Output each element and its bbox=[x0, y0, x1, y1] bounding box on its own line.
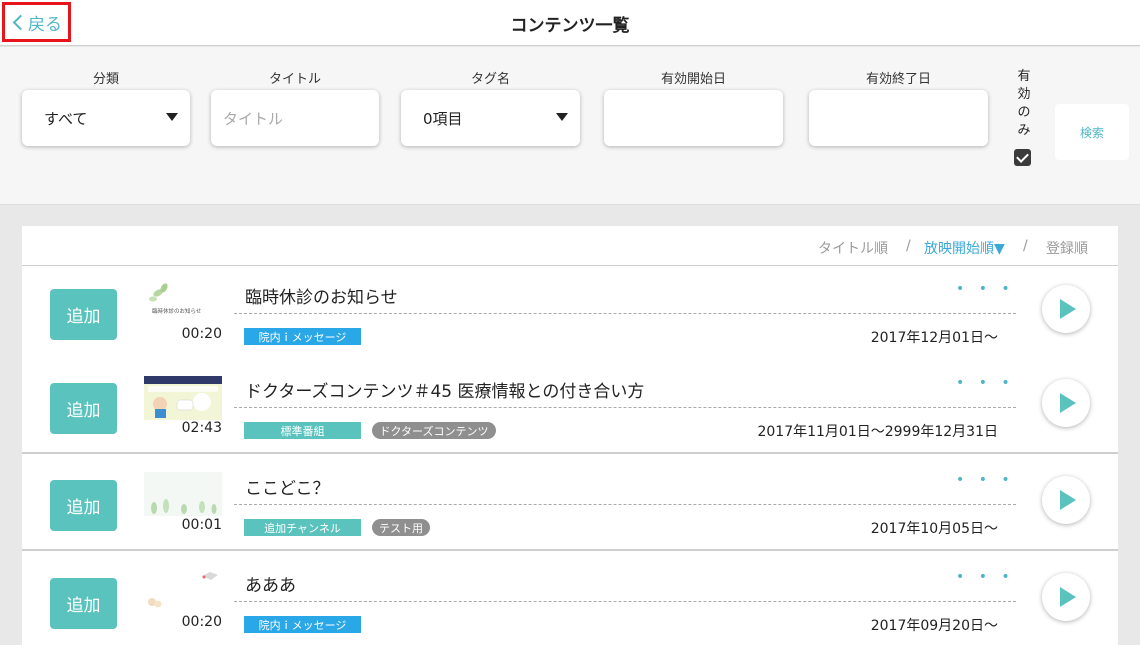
item-title: ここどこ？ bbox=[245, 479, 330, 499]
divider bbox=[234, 504, 1016, 505]
header-bar: 戻る コンテンツ一覧 bbox=[0, 0, 1140, 46]
start-date-label: 有効開始日 bbox=[660, 72, 726, 87]
dropdown-triangle-icon bbox=[166, 113, 178, 121]
list-item: 追加 臨時休診のお知らせ 00:20 臨時休診のお知らせ • • • 院内ｉメッ… bbox=[22, 267, 1118, 363]
start-date-input[interactable] bbox=[604, 90, 783, 146]
item-title: あああ bbox=[245, 576, 296, 596]
more-options-icon[interactable]: • • • bbox=[956, 375, 1015, 391]
valid-only-checkbox[interactable] bbox=[1014, 149, 1031, 166]
date-range: 2017年12月01日〜 bbox=[870, 330, 998, 346]
add-button[interactable]: 追加 bbox=[50, 383, 117, 434]
item-title: 臨時休診のお知らせ bbox=[245, 288, 398, 308]
play-button[interactable] bbox=[1042, 573, 1090, 621]
filter-bar: 分類 すべて タイトル タイトル タグ名 0項目 有効開始日 有効終了日 有効の… bbox=[0, 47, 1140, 205]
divider bbox=[234, 601, 1016, 602]
category-label: 分類 bbox=[92, 72, 119, 87]
sort-registered-order[interactable]: 登録順 bbox=[1046, 238, 1088, 258]
sort-separator: / bbox=[1023, 238, 1028, 254]
sort-bar: タイトル順 / 放映開始順▼ / 登録順 bbox=[22, 226, 1118, 266]
title-input[interactable]: タイトル bbox=[211, 90, 379, 146]
tag-badge: ドクターズコンテンツ bbox=[372, 422, 496, 439]
item-title: ドクターズコンテンツ＃45 医療情報との付き合い方 bbox=[245, 382, 645, 402]
sort-title-order[interactable]: タイトル順 bbox=[818, 238, 888, 258]
sort-start-order[interactable]: 放映開始順▼ bbox=[924, 238, 1005, 258]
thumbnail-caption: 臨時休診のお知らせ bbox=[152, 307, 202, 315]
tag-value: 0項目 bbox=[423, 109, 463, 128]
more-options-icon[interactable]: • • • bbox=[956, 569, 1015, 585]
tag-badge: テスト用 bbox=[372, 519, 430, 536]
sort-separator: / bbox=[906, 238, 911, 254]
checkbox-checked-icon bbox=[1014, 149, 1031, 166]
play-button[interactable] bbox=[1042, 285, 1090, 333]
search-button[interactable]: 検索 bbox=[1055, 104, 1129, 160]
thumbnail-image bbox=[144, 376, 222, 420]
thumbnail-image bbox=[144, 568, 222, 612]
duration: 00:01 bbox=[181, 517, 222, 533]
tag-badge: 追加チャンネル bbox=[244, 519, 361, 536]
duration: 02:43 bbox=[181, 420, 222, 436]
thumbnail-image bbox=[144, 472, 222, 516]
thumbnail-image: 臨時休診のお知らせ bbox=[144, 279, 222, 323]
page-title: コンテンツ一覧 bbox=[510, 16, 630, 36]
date-range: 2017年09月20日〜 bbox=[870, 618, 998, 634]
more-options-icon[interactable]: • • • bbox=[956, 472, 1015, 488]
more-options-icon[interactable]: • • • bbox=[956, 281, 1015, 297]
tag-badge: 院内ｉメッセージ bbox=[244, 328, 361, 345]
end-date-label: 有効終了日 bbox=[865, 72, 931, 87]
tag-label: タグ名 bbox=[470, 72, 510, 87]
date-range: 2017年11月01日〜2999年12月31日 bbox=[757, 424, 998, 440]
play-button[interactable] bbox=[1042, 379, 1090, 427]
list-item: 追加 00:20 あああ • • • 院内ｉメッセージ 2017年09月20日〜 bbox=[22, 551, 1118, 645]
divider bbox=[234, 313, 1016, 314]
tag-badge: 院内ｉメッセージ bbox=[244, 616, 361, 633]
play-button[interactable] bbox=[1042, 476, 1090, 524]
valid-only-label: 有効のみ bbox=[1017, 69, 1031, 138]
add-button[interactable]: 追加 bbox=[50, 289, 117, 340]
category-value: すべて bbox=[44, 109, 88, 128]
title-placeholder: タイトル bbox=[223, 109, 284, 128]
add-button[interactable]: 追加 bbox=[50, 480, 117, 531]
add-button[interactable]: 追加 bbox=[50, 578, 117, 629]
tag-badge: 標準番組 bbox=[244, 422, 361, 439]
end-date-input[interactable] bbox=[809, 90, 988, 146]
dropdown-triangle-icon bbox=[556, 113, 568, 121]
content-list-panel: タイトル順 / 放映開始順▼ / 登録順 追加 臨時休診のお知らせ 00:20 … bbox=[22, 226, 1118, 645]
category-select[interactable]: すべて bbox=[22, 90, 190, 146]
divider bbox=[234, 407, 1016, 408]
list-item: 追加 02:43 ドクターズコンテンツ＃45 医療情報との付き合い方 • • •… bbox=[22, 357, 1118, 454]
date-range: 2017年10月05日〜 bbox=[870, 521, 998, 537]
tag-select[interactable]: 0項目 bbox=[401, 90, 580, 146]
duration: 00:20 bbox=[181, 326, 222, 342]
title-label: タイトル bbox=[268, 72, 321, 87]
list-item: 追加 00:01 ここどこ？ • • • 追加チャンネル テスト用 2017年1… bbox=[22, 454, 1118, 551]
duration: 00:20 bbox=[181, 614, 222, 630]
